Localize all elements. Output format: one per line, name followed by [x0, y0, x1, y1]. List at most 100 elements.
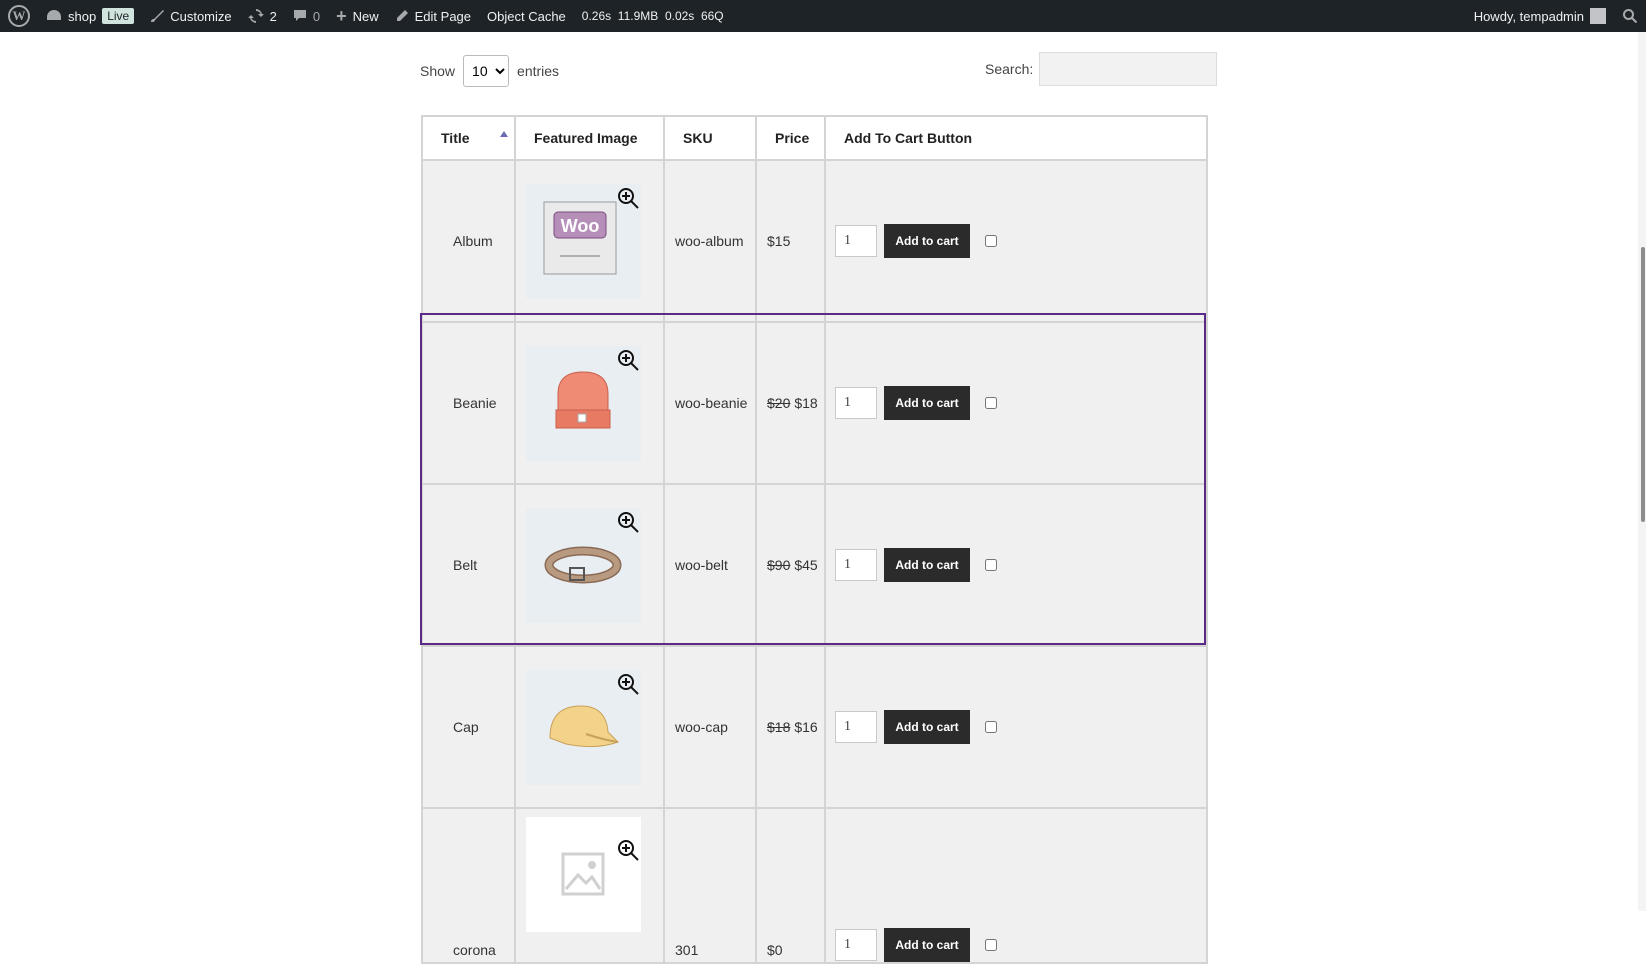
product-sku: woo-belt: [663, 483, 757, 647]
add-to-cart-button[interactable]: Add to cart: [884, 386, 970, 420]
quantity-input[interactable]: [835, 549, 877, 581]
page-scrollbar[interactable]: [1638, 32, 1646, 911]
product-title: Album: [421, 159, 516, 323]
featured-image-cell: [514, 483, 665, 647]
search-label: Search:: [985, 61, 1034, 77]
customize-link[interactable]: Customize: [142, 0, 239, 32]
my-account-link[interactable]: Howdy, tempadmin: [1466, 0, 1614, 32]
comment-icon: [293, 10, 306, 21]
old-price: $90: [767, 557, 791, 573]
placeholder-image[interactable]: [526, 817, 641, 932]
zoom-in-icon[interactable]: [617, 839, 639, 861]
add-to-cart-cell: Add to cart: [824, 321, 1208, 485]
featured-image-cell: [514, 321, 665, 485]
howdy-label: Howdy, tempadmin: [1473, 8, 1584, 24]
table-row: Cap woo-cap $18$16 Add to cart: [421, 645, 1208, 809]
table-row: corona 301 $0 Add to cart: [421, 807, 1208, 964]
beanie-image[interactable]: [526, 345, 641, 461]
comments-link[interactable]: 0: [285, 0, 328, 32]
zoom-in-icon[interactable]: [617, 187, 639, 209]
add-to-cart-button[interactable]: Add to cart: [884, 710, 970, 744]
column-header-price[interactable]: Price: [755, 115, 826, 161]
pencil-icon: [396, 10, 408, 21]
column-image-label: Featured Image: [534, 130, 638, 146]
query-monitor-link[interactable]: 0.26s 11.9MB 0.02s 66Q: [574, 0, 732, 32]
product-price: $90 $45: [755, 483, 826, 647]
products-table: Title Featured Image SKU Price Add To Ca…: [421, 115, 1208, 964]
select-checkbox[interactable]: [985, 235, 997, 247]
price-value: $18: [794, 395, 818, 411]
wordpress-icon: W: [8, 5, 30, 27]
search-input[interactable]: [1039, 52, 1218, 86]
add-to-cart-button[interactable]: Add to cart: [884, 224, 970, 258]
quantity-input[interactable]: [835, 225, 877, 257]
select-checkbox[interactable]: [985, 939, 997, 951]
product-price: $15: [755, 159, 826, 323]
quantity-input[interactable]: [835, 711, 877, 743]
table-row: Beanie woo-beanie $20$18 Add to cart: [421, 321, 1208, 485]
add-to-cart-button[interactable]: Add to cart: [884, 548, 970, 582]
album-image[interactable]: Woo: [526, 183, 641, 299]
product-title: Cap: [421, 645, 516, 809]
featured-image-cell: [514, 807, 665, 964]
zoom-in-icon[interactable]: [617, 511, 639, 533]
quantity-input[interactable]: [835, 929, 877, 961]
brush-icon: [151, 10, 165, 22]
product-price: $0: [755, 807, 826, 964]
column-header-title[interactable]: Title: [421, 115, 516, 161]
comments-count: 0: [312, 8, 321, 24]
product-sku: woo-beanie: [663, 321, 757, 485]
show-label: Show: [420, 63, 456, 79]
quantity-input[interactable]: [835, 387, 877, 419]
cap-image[interactable]: [526, 669, 641, 785]
admin-bar: W shop Live Customize 2 0 + New Edit Pag…: [0, 0, 1646, 32]
column-cart-label: Add To Cart Button: [844, 130, 973, 146]
select-checkbox[interactable]: [985, 559, 997, 571]
zoom-in-icon[interactable]: [617, 673, 639, 695]
admin-search-button[interactable]: [1614, 0, 1646, 32]
add-to-cart-cell: Add to cart: [824, 483, 1208, 647]
wordpress-logo-button[interactable]: W: [0, 0, 38, 32]
select-checkbox[interactable]: [985, 397, 997, 409]
product-sku: 301: [663, 807, 757, 964]
featured-image-cell: Woo: [514, 159, 665, 323]
column-sku-label: SKU: [683, 130, 713, 146]
updates-count: 2: [269, 8, 277, 24]
site-name: shop: [68, 8, 97, 24]
customize-label: Customize: [170, 8, 232, 24]
updates-icon: [247, 9, 264, 23]
column-header-add-to-cart[interactable]: Add To Cart Button: [824, 115, 1208, 161]
column-title-label: Title: [441, 130, 470, 146]
plus-icon: +: [336, 5, 347, 26]
object-cache-link[interactable]: Object Cache: [479, 0, 574, 32]
edit-page-link[interactable]: Edit Page: [387, 0, 479, 32]
price-value: $16: [794, 719, 818, 735]
site-name-link[interactable]: shop Live: [38, 0, 142, 32]
price-value: $15: [767, 233, 791, 249]
scrollbar-thumb[interactable]: [1641, 247, 1645, 522]
product-price: $18 $16: [755, 645, 826, 809]
price-value: $0: [767, 942, 783, 958]
column-header-featured-image[interactable]: Featured Image: [514, 115, 665, 161]
entries-length-select[interactable]: 10: [463, 55, 510, 87]
updates-link[interactable]: 2: [240, 0, 285, 32]
product-price: $20 $18: [755, 321, 826, 485]
table-header-row: Title Featured Image SKU Price Add To Ca…: [421, 115, 1208, 161]
product-title: Beanie: [421, 321, 516, 485]
avatar: [1590, 8, 1606, 24]
new-content-link[interactable]: + New: [328, 0, 387, 32]
add-to-cart-button[interactable]: Add to cart: [884, 928, 970, 962]
add-to-cart-cell: Add to cart: [824, 807, 1208, 964]
table-row: Belt woo-belt $90$45 Add to cart: [421, 483, 1208, 647]
entries-label: entries: [517, 63, 560, 79]
object-cache-label: Object Cache: [487, 8, 566, 24]
price-value: $45: [794, 557, 818, 573]
belt-image[interactable]: [526, 507, 641, 623]
svg-text:Woo: Woo: [561, 216, 600, 236]
product-sku: woo-cap: [663, 645, 757, 809]
zoom-in-icon[interactable]: [617, 349, 639, 371]
select-checkbox[interactable]: [985, 721, 997, 733]
column-header-sku[interactable]: SKU: [663, 115, 757, 161]
old-price: $18: [767, 719, 791, 735]
dashboard-icon: [47, 10, 61, 20]
